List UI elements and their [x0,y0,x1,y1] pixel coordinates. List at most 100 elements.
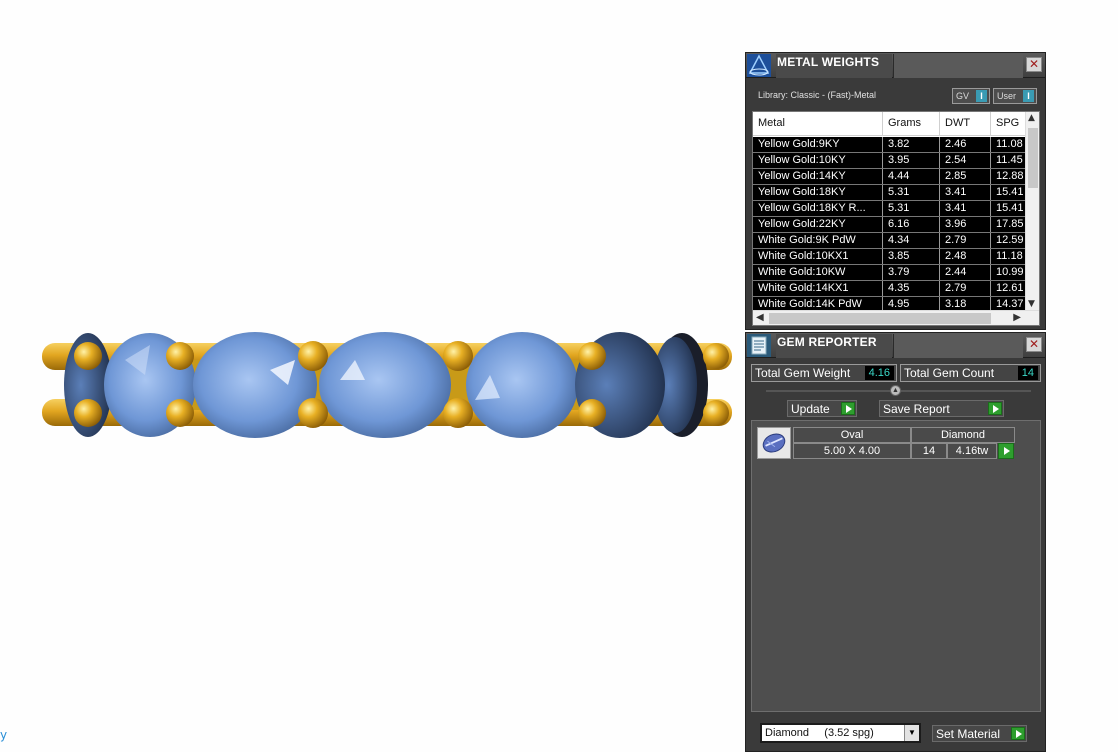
total-gem-count-value: 14 [1017,366,1038,380]
gem-reporter-icon [747,334,771,357]
scroll-thumb[interactable] [1028,128,1038,188]
dwt-cell: 3.41 [939,185,990,200]
grams-cell: 3.79 [882,265,939,280]
spg-cell: 15.41 [990,201,1026,216]
material-select-value: Diamond (3.52 spg) [765,727,874,739]
user-toggle[interactable]: User I [993,88,1037,104]
dwt-cell: 2.46 [939,137,990,152]
vertical-scrollbar[interactable]: ▲ ▼ [1025,112,1039,310]
total-gem-weight-value: 4.16 [864,366,894,380]
gem-weight: 4.16tw [947,443,997,459]
close-icon[interactable]: ✕ [1026,57,1042,72]
play-icon [1011,727,1025,740]
table-row[interactable]: White Gold:14KX1 4.35 2.79 12.61 [753,281,1026,297]
user-label: User [997,91,1017,101]
gv-toggle[interactable]: GV I [952,88,990,104]
table-row[interactable]: Yellow Gold:10KY 3.95 2.54 11.45 [753,153,1026,169]
scroll-thumb[interactable] [769,313,991,324]
total-gem-count-label: Total Gem Count [904,366,995,380]
3d-viewport[interactable]: y [0,0,745,752]
total-gem-weight: Total Gem Weight 4.16 [751,364,897,382]
gem-select-play-icon[interactable] [998,443,1014,459]
gem-shape: Oval [793,427,911,443]
metal-cell: Yellow Gold:9KY [758,138,840,150]
table-row[interactable]: White Gold:10KX1 3.85 2.48 11.18 [753,249,1026,265]
total-gem-weight-label: Total Gem Weight [755,366,851,380]
table-header: Metal Grams DWT SPG [753,112,1039,136]
spg-cell: 10.99 [990,265,1026,280]
scroll-right-icon[interactable]: ▶ [1013,312,1021,323]
toggle-icon: I [1023,90,1034,102]
metal-cell: Yellow Gold:18KY R... [758,202,866,214]
grams-cell: 3.82 [882,137,939,152]
scroll-left-icon[interactable]: ◀ [756,312,764,323]
close-icon[interactable]: ✕ [1026,337,1042,352]
column-header-dwt[interactable]: DWT [939,112,990,135]
spg-cell: 12.61 [990,281,1026,296]
metal-cell: Yellow Gold:18KY [758,186,846,198]
gem-reporter-title: GEM REPORTER [776,334,892,358]
metal-cell: White Gold:14KX1 [758,282,849,294]
save-report-label: Save Report [883,402,950,416]
horizontal-scrollbar[interactable]: ◀ ▶ [753,310,1039,325]
dwt-cell: 2.48 [939,249,990,264]
dwt-cell: 2.85 [939,169,990,184]
grams-cell: 3.85 [882,249,939,264]
table-row[interactable]: White Gold:9K PdW 4.34 2.79 12.59 [753,233,1026,249]
gem-count: 14 [911,443,947,459]
spg-cell: 17.85 [990,217,1026,232]
spg-cell: 11.18 [990,249,1026,264]
metal-cell: White Gold:10KX1 [758,250,849,262]
table-row[interactable]: Yellow Gold:18KY 5.31 3.41 15.41 [753,185,1026,201]
play-icon [841,402,855,415]
metal-weights-panel: METAL WEIGHTS ✕ Library: Classic - (Fast… [745,52,1046,330]
metal-cell: Yellow Gold:10KY [758,154,846,166]
metal-weights-titlebar[interactable]: METAL WEIGHTS ✕ [746,53,1045,78]
metal-cell: Yellow Gold:14KY [758,170,846,182]
table-row[interactable]: Yellow Gold:18KY R... 5.31 3.41 15.41 [753,201,1026,217]
grams-cell: 6.16 [882,217,939,232]
scroll-down-icon[interactable]: ▼ [1028,299,1035,309]
table-row[interactable]: Yellow Gold:9KY 3.82 2.46 11.08 [753,137,1026,153]
table-row[interactable]: Yellow Gold:14KY 4.44 2.85 12.88 [753,169,1026,185]
save-report-button[interactable]: Save Report [879,400,1004,417]
metal-weights-title: METAL WEIGHTS [776,54,892,78]
gem-size: 5.00 X 4.00 [793,443,911,459]
table-row[interactable]: Yellow Gold:22KY 6.16 3.96 17.85 [753,217,1026,233]
splitter-handle-icon[interactable]: ▲ [890,385,901,396]
scroll-up-icon[interactable]: ▲ [1028,113,1035,123]
ring-band-render [42,332,732,438]
grams-cell: 5.31 [882,185,939,200]
grams-cell: 4.44 [882,169,939,184]
gem-list-item[interactable]: Oval Diamond 5.00 X 4.00 14 4.16tw [793,427,1015,459]
grams-cell: 4.35 [882,281,939,296]
gem-type: Diamond [911,427,1015,443]
column-header-metal[interactable]: Metal [753,112,882,135]
metal-cell: Yellow Gold:22KY [758,218,846,230]
dwt-cell: 2.44 [939,265,990,280]
table-row[interactable]: White Gold:10KW 3.79 2.44 10.99 [753,265,1026,281]
metal-weights-icon [747,54,771,77]
gem-reporter-panel: GEM REPORTER ✕ Total Gem Weight 4.16 Tot… [745,332,1046,752]
toggle-icon: I [976,90,987,102]
column-header-spg[interactable]: SPG [990,112,1026,135]
dwt-cell: 3.96 [939,217,990,232]
metal-cell: White Gold:10KW [758,266,846,278]
material-select[interactable]: Diamond (3.52 spg) ▼ [760,723,921,743]
dwt-cell: 2.54 [939,153,990,168]
update-button-label: Update [791,402,830,416]
spg-cell: 11.08 [990,137,1026,152]
set-material-button[interactable]: Set Material [932,725,1027,742]
column-header-grams[interactable]: Grams [882,112,939,135]
metal-cell: White Gold:9K PdW [758,234,856,246]
gem-reporter-titlebar[interactable]: GEM REPORTER ✕ [746,333,1045,358]
gem-list: Oval Diamond 5.00 X 4.00 14 4.16tw [751,420,1041,712]
chevron-down-icon[interactable]: ▼ [904,725,919,741]
spg-cell: 12.59 [990,233,1026,248]
set-material-label: Set Material [936,727,1001,741]
total-gem-count: Total Gem Count 14 [900,364,1041,382]
titlebar-spacer [893,54,1023,78]
play-icon [988,402,1002,415]
update-button[interactable]: Update [787,400,857,417]
titlebar-spacer [893,334,1023,358]
